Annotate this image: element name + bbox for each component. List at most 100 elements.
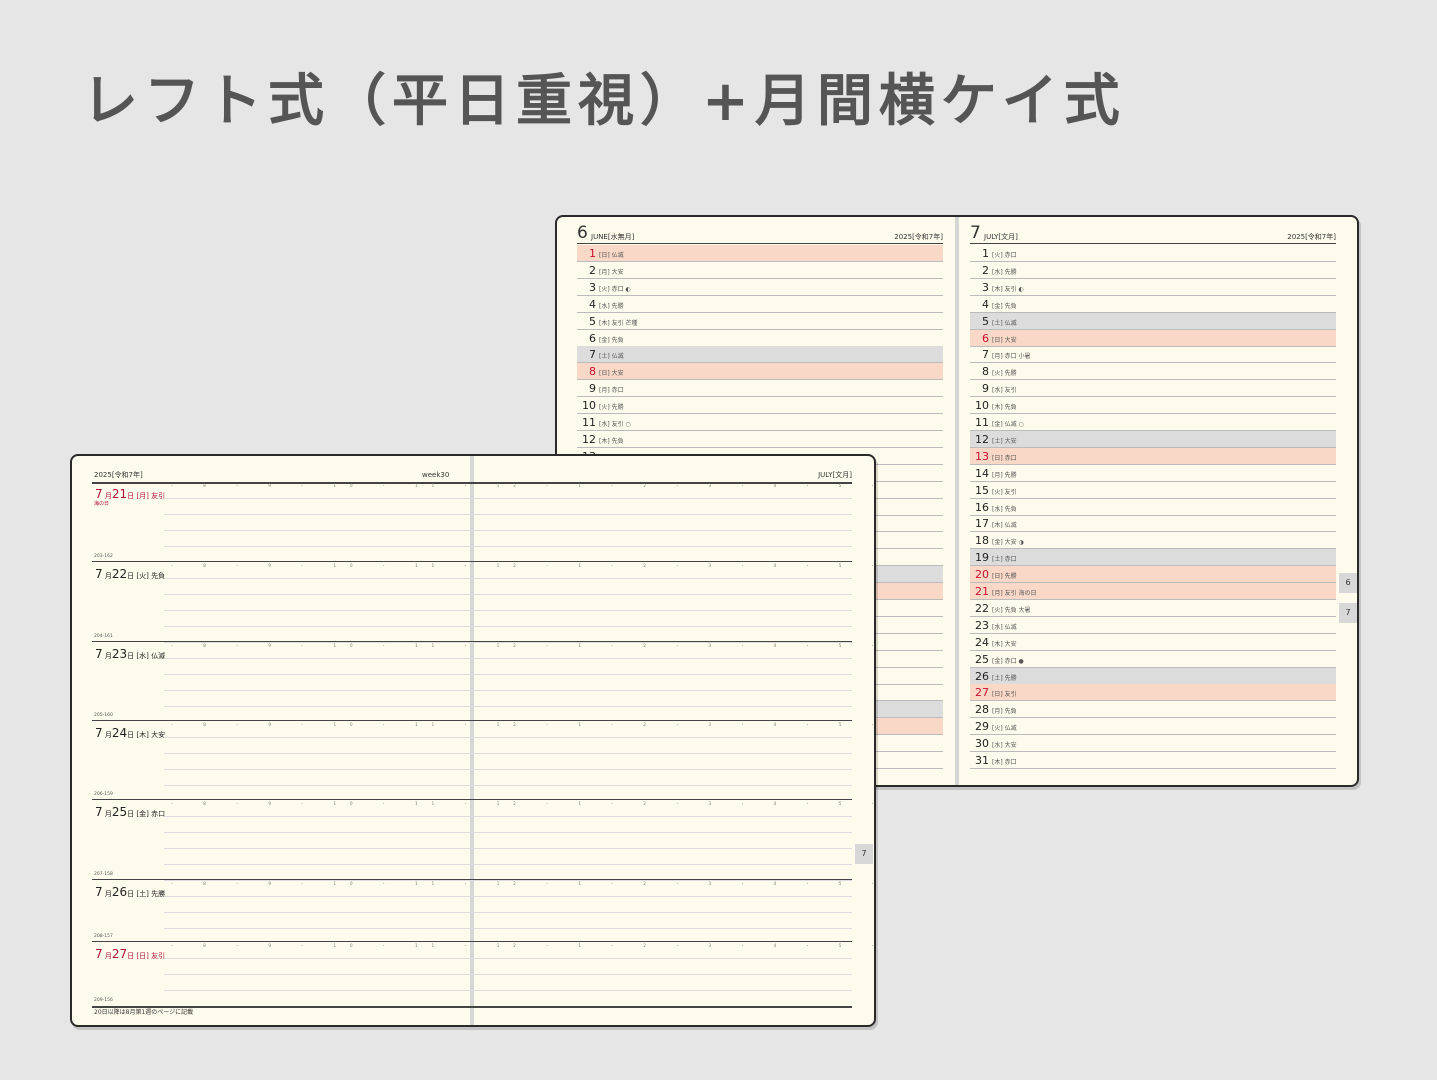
- day-number: 12: [582, 432, 596, 446]
- day-month: 7: [95, 805, 103, 819]
- page-title: レフト式（平日重視）+月間横ケイ式: [82, 69, 1126, 134]
- month-day-row: 19 [土] 赤口: [970, 549, 1336, 567]
- month-day-row: 24 [木] 大安: [970, 634, 1336, 651]
- day-number: 13: [975, 449, 989, 463]
- weekday-and-rokuyo: [火] 赤口: [992, 252, 1017, 259]
- day-date: 24: [111, 726, 128, 740]
- weekday-and-rokuyo: [月] 赤口 小暑: [992, 353, 1031, 361]
- june-number: 6: [577, 223, 588, 243]
- weekday-and-rokuyo: [土] 大安: [992, 437, 1017, 445]
- month-day-row: 23 [水] 仏滅: [970, 617, 1336, 634]
- weekday-and-rokuyo: [火] 先負: [136, 572, 166, 580]
- weekday-and-rokuyo: [土] 先勝: [992, 674, 1017, 682]
- memo-line: [477, 690, 852, 691]
- weekday-and-rokuyo: [月] 先負: [992, 708, 1017, 716]
- weekday-and-rokuyo: [日] 大安: [992, 336, 1017, 344]
- day-block[interactable]: 208-157 7 月27日 [日] 友引・ 8 ・ 9 ・ 10 ・ 11 ・ …: [92, 934, 874, 1007]
- month-day-row: 18 [金] 大安 ◑: [970, 532, 1336, 550]
- holiday-note: 海の日: [94, 501, 110, 507]
- day-month: 7: [95, 885, 103, 899]
- month-day-row: 21 [月] 友引 海の日: [970, 583, 1336, 600]
- day-unit: 日: [127, 810, 137, 818]
- memo-line: [477, 674, 852, 675]
- hour-scale: ・ 8 ・ 9 ・ 10 ・ 11 ・ 12 ・ 1 ・ 2 ・ 3 ・ 4 ・…: [170, 801, 874, 806]
- month-unit: 月: [102, 890, 112, 898]
- weekday-and-rokuyo: [火] 先勝: [992, 370, 1017, 378]
- day-date: 21: [111, 487, 128, 501]
- day-number: 15: [975, 483, 989, 497]
- month-unit: 月: [102, 572, 112, 580]
- day-number: 25: [975, 652, 989, 666]
- month-day-row: 20 [日] 先勝: [970, 566, 1336, 584]
- month-day-row: 9 [水] 友引: [970, 380, 1336, 398]
- day-label: 7 月23日 [水] 仏滅: [95, 647, 165, 661]
- hour-scale: ・ 8 ・ 9 ・ 10 ・ 11 ・ 12 ・ 1 ・ 2 ・ 3 ・ 4 ・…: [170, 643, 874, 648]
- last-day-counter: 209-156: [94, 998, 113, 1003]
- day-block[interactable]: 204-161 7 月23日 [水] 仏滅・ 8 ・ 9 ・ 10 ・ 11 ・ …: [92, 634, 874, 720]
- weekday-and-rokuyo: [木] 友引 ◐: [992, 285, 1024, 293]
- day-number: 10: [975, 399, 989, 413]
- day-block[interactable]: 205-160 7 月24日 [木] 大安・ 8 ・ 9 ・ 10 ・ 11 ・ …: [92, 713, 874, 799]
- spine: [955, 217, 959, 785]
- day-block[interactable]: 203-162 7 月22日 [火] 先負・ 8 ・ 9 ・ 10 ・ 11 ・ …: [92, 554, 874, 643]
- memo-line: [477, 974, 852, 975]
- weekday-and-rokuyo: [月] 大安: [599, 268, 624, 276]
- memo-line: [477, 816, 852, 817]
- day-number: 21: [975, 585, 989, 598]
- month-day-row: 7 [土] 仏滅: [577, 346, 943, 364]
- month-day-row: 17 [木] 仏滅: [970, 515, 1336, 533]
- memo-line: [477, 896, 852, 897]
- weekday-and-rokuyo: [金] 先負: [599, 336, 624, 344]
- day-number: 6: [982, 331, 989, 345]
- memo-line: [477, 626, 852, 627]
- day-number: 10: [582, 399, 596, 413]
- month-tab-7[interactable]: 7: [1339, 603, 1357, 623]
- memo-line: [477, 990, 852, 991]
- day-number: 9: [589, 382, 596, 396]
- month-day-row: 5 [土] 仏滅: [970, 312, 1336, 330]
- month-day-row: 29 [火] 仏滅: [970, 718, 1336, 736]
- month-unit: 月: [102, 652, 112, 660]
- day-date: 23: [111, 647, 128, 661]
- weekday-and-rokuyo: [水] 友引: [992, 387, 1017, 395]
- day-label: 7 月22日 [火] 先負: [95, 567, 165, 581]
- month-unit: 月: [102, 952, 112, 960]
- day-number: 27: [975, 686, 989, 700]
- hour-scale: ・ 8 ・ 9 ・ 10 ・ 11 ・ 12 ・ 1 ・ 2 ・ 3 ・ 4 ・…: [170, 943, 874, 948]
- day-number: 12: [975, 432, 989, 446]
- day-number: 14: [975, 466, 989, 480]
- day-number: 20: [975, 568, 989, 582]
- weekday-and-rokuyo: [水] 先勝: [992, 268, 1017, 276]
- day-date: 26: [111, 885, 128, 899]
- memo-line: [477, 912, 852, 913]
- weekday-and-rokuyo: [水] 仏滅: [992, 623, 1017, 631]
- day-block[interactable]: 7 月21日 [月] 友引 海の日 ・ 8 ・ 9 ・ 10 ・ 11 ・ 12 ・…: [92, 482, 874, 561]
- weekday-and-rokuyo: [日] 先勝: [992, 573, 1017, 581]
- month-day-row: 10 [木] 先負: [970, 397, 1336, 415]
- day-number: 5: [589, 314, 596, 328]
- day-date: 22: [111, 567, 128, 581]
- weekly-year: 2025[令和7年]: [94, 471, 143, 479]
- day-unit: 日: [127, 890, 137, 898]
- day-block[interactable]: 207-158 7 月26日 [土] 先勝・ 8 ・ 9 ・ 10 ・ 11 ・ …: [92, 872, 874, 941]
- day-counter: 206-159: [94, 792, 113, 797]
- memo-line: [477, 958, 852, 959]
- month-tab-6[interactable]: 6: [1339, 573, 1357, 593]
- weekday-and-rokuyo: [日] 友引: [992, 691, 1017, 699]
- month-day-row: 4 [金] 先負: [970, 296, 1336, 313]
- weekly-month-tab[interactable]: 7: [855, 844, 873, 864]
- month-day-row: 25 [金] 赤口 ●: [970, 651, 1336, 668]
- day-block[interactable]: 206-159 7 月25日 [金] 赤口・ 8 ・ 9 ・ 10 ・ 11 ・ …: [92, 792, 874, 881]
- weekday-and-rokuyo: [月] 赤口: [599, 387, 624, 395]
- weekday-and-rokuyo: [金] 赤口 ●: [992, 657, 1024, 665]
- day-counter: 208-157: [94, 934, 113, 939]
- memo-line: [477, 658, 852, 659]
- day-number: 2: [589, 263, 596, 277]
- month-day-row: 27 [日] 友引: [970, 684, 1336, 702]
- day-month: 7: [95, 726, 103, 740]
- weekday-and-rokuyo: [火] 赤口 ◐: [599, 285, 631, 293]
- month-day-row: 2 [水] 先勝: [970, 262, 1336, 279]
- day-number: 4: [982, 297, 989, 311]
- month-day-row: 31 [木] 赤口: [970, 752, 1336, 769]
- day-unit: 日: [127, 731, 137, 739]
